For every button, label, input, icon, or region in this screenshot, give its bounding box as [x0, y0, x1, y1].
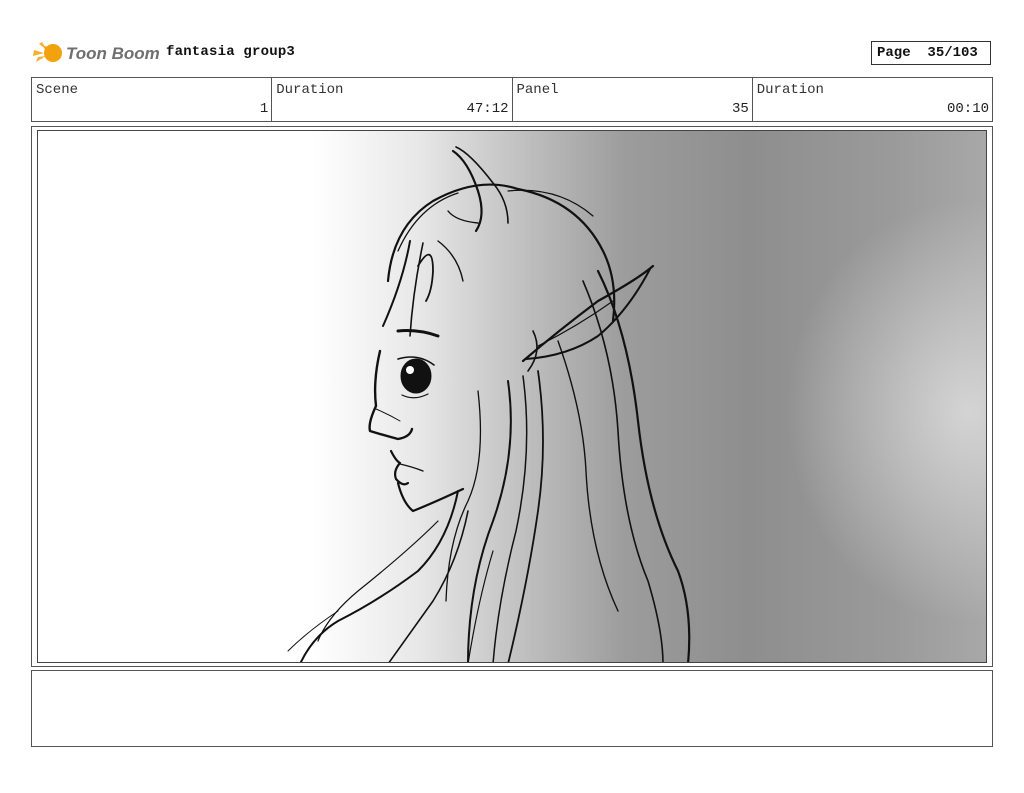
scene-label: Scene: [36, 82, 79, 98]
elf-girl-sketch: [287, 146, 691, 662]
panel-duration-label: Duration: [756, 82, 824, 98]
panel-duration-value: 00:10: [946, 101, 989, 117]
storyboard-panel-image: [37, 130, 987, 663]
panel-value: 35: [731, 101, 749, 117]
panel-notes-box[interactable]: [31, 670, 993, 747]
page-number: 35/103: [927, 45, 978, 61]
page-indicator: Page 35/103: [871, 41, 991, 65]
scene-cell: Scene 1: [32, 78, 273, 121]
scene-value: 1: [259, 101, 269, 117]
project-title: fantasia group3: [166, 44, 296, 60]
panel-duration-cell: Duration 00:10: [753, 78, 992, 121]
toon-boom-logo-icon: Toon Boom: [33, 42, 160, 63]
page-label: Page: [877, 45, 911, 61]
panel-info-row: Scene 1 Duration 47:12 Panel 35 Duration…: [31, 77, 993, 122]
panel-label: Panel: [516, 82, 559, 98]
logo-wordmark: Toon Boom: [66, 44, 160, 63]
toon-boom-logo: Toon Boom: [30, 36, 160, 70]
scene-duration-label: Duration: [276, 82, 344, 98]
scene-duration-cell: Duration 47:12: [272, 78, 513, 121]
scene-duration-value: 47:12: [466, 101, 509, 117]
panel-cell: Panel 35: [513, 78, 753, 121]
